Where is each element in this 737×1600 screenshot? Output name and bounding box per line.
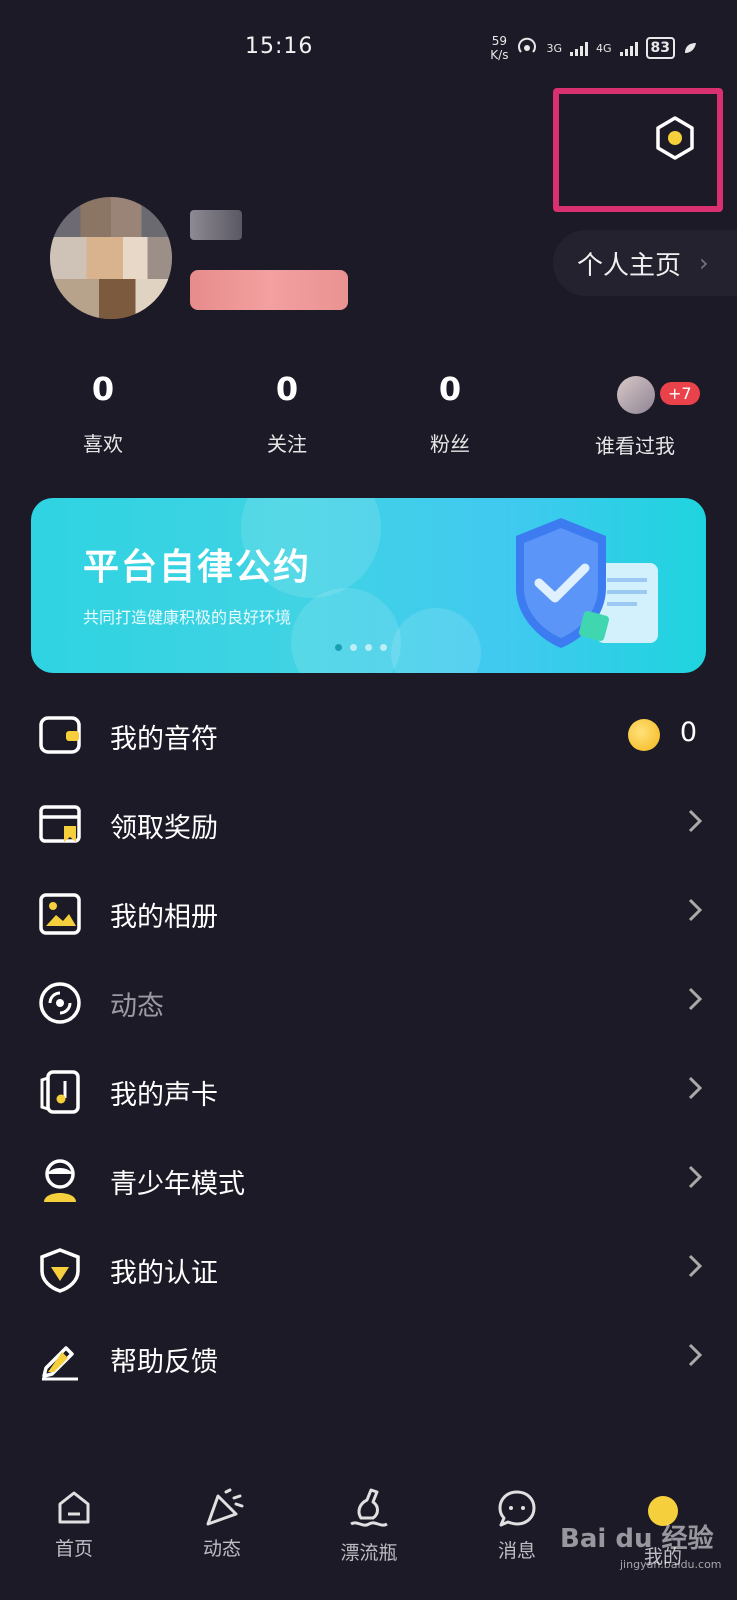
home-icon: [58, 1491, 90, 1524]
stat-fans-label: 粉丝: [430, 432, 470, 456]
who-viewed-me-label: 谁看过我: [595, 434, 675, 458]
menu-item-album[interactable]: 我的相册: [0, 871, 737, 961]
nav-messages[interactable]: 消息: [457, 1488, 577, 1563]
notes-balance: 0: [679, 717, 697, 748]
profile-avatar[interactable]: [50, 197, 172, 319]
signal-icon: [569, 40, 588, 56]
shield-check-icon: [516, 518, 658, 648]
promo-banner[interactable]: 平台自律公约 共同打造健康积极的良好环境: [31, 498, 706, 673]
menu-label: 我的相册: [110, 902, 218, 933]
pencil-icon: [42, 1346, 78, 1381]
visitor-avatar: [617, 376, 655, 414]
baidu-watermark-url: jingyan.baidu.com: [620, 1558, 722, 1571]
stat-likes[interactable]: 0 喜欢: [28, 370, 178, 457]
chevron-right-icon: [688, 1076, 703, 1100]
menu-item-verification[interactable]: 我的认证: [0, 1227, 737, 1317]
chevron-right-icon: [688, 1254, 703, 1278]
hotspot-icon: [518, 37, 537, 53]
profile-id-blurred: [190, 270, 348, 310]
menu-label: 领取奖励: [110, 813, 218, 844]
nav-home[interactable]: 首页: [14, 1488, 134, 1561]
signal-icon-2: [619, 40, 638, 56]
nav-messages-label: 消息: [497, 1540, 536, 1562]
coin-icon: [628, 719, 660, 751]
chat-bubble-icon: [498, 1490, 536, 1527]
menu-item-voice-card[interactable]: 我的声卡: [0, 1049, 737, 1139]
chevron-right-icon: [688, 898, 703, 922]
personal-homepage-button[interactable]: 个人主页 ›: [553, 230, 737, 296]
menu-label: 青少年模式: [110, 1169, 245, 1200]
menu-label: 动态: [110, 991, 164, 1022]
menu-label: 我的认证: [110, 1258, 218, 1289]
status-time: 15:16: [245, 34, 314, 59]
leaf-icon: [685, 43, 696, 53]
banner-title: 平台自律公约: [83, 547, 312, 588]
menu-item-help-feedback[interactable]: 帮助反馈: [0, 1316, 737, 1406]
network-3g-label: 3G: [546, 41, 562, 55]
menu-label: 我的音符: [110, 724, 218, 755]
stat-likes-label: 喜欢: [83, 432, 123, 456]
battery-indicator: 83: [645, 37, 675, 59]
who-viewed-me[interactable]: 谁看过我: [560, 430, 710, 459]
chevron-right-icon: [688, 987, 703, 1011]
chevron-right-icon: [688, 809, 703, 833]
banner-pagination: [335, 644, 387, 651]
menu-item-my-notes[interactable]: 我的音符 0: [0, 693, 737, 783]
menu-item-moments[interactable]: 动态: [0, 960, 737, 1050]
music-card-icon: [40, 1070, 80, 1114]
menu-label: 帮助反馈: [110, 1347, 218, 1378]
baidu-watermark: Bai du 经验: [560, 1524, 714, 1554]
chevron-right-icon: ›: [699, 249, 709, 277]
status-icons: 59 K/s 3G 4G 83: [490, 34, 697, 62]
banner-decor-3: [391, 608, 481, 673]
settings-icon[interactable]: [654, 115, 696, 161]
stat-likes-value: 0: [91, 370, 115, 408]
banner-subtitle: 共同打造健康积极的良好环境: [83, 608, 292, 627]
stat-following-value: 0: [275, 370, 299, 408]
stat-following[interactable]: 0 关注: [212, 370, 362, 457]
bottle-icon: [350, 1488, 388, 1527]
nav-moments[interactable]: 动态: [162, 1488, 282, 1561]
network-speed: 59 K/s: [490, 34, 509, 62]
shield-icon: [40, 1248, 80, 1293]
network-4g-label: 4G: [595, 41, 612, 55]
stat-fans[interactable]: 0 粉丝: [375, 370, 525, 457]
nav-drift-bottle[interactable]: 漂流瓶: [309, 1488, 429, 1565]
nav-home-label: 首页: [54, 1538, 93, 1560]
banner-decor-2: [291, 588, 401, 673]
stat-fans-value: 0: [438, 370, 462, 408]
nav-moments-label: 动态: [202, 1538, 241, 1560]
photo-album-icon: [39, 893, 81, 935]
nav-drift-bottle-label: 漂流瓶: [340, 1542, 398, 1564]
visitor-count-badge: +7: [660, 382, 700, 405]
settings-highlight-box: [553, 88, 723, 212]
chevron-right-icon: [688, 1165, 703, 1189]
chevron-right-icon: [688, 1343, 703, 1367]
reward-card-icon: [39, 805, 81, 843]
party-popper-icon: [206, 1488, 244, 1526]
profile-name-blurred: [190, 210, 242, 240]
wallet-icon: [39, 716, 81, 754]
personal-homepage-label: 个人主页: [577, 250, 682, 281]
menu-item-youth-mode[interactable]: 青少年模式: [0, 1138, 737, 1228]
vinyl-disc-icon: [39, 982, 81, 1024]
child-face-icon: [44, 1159, 76, 1202]
menu-item-rewards[interactable]: 领取奖励: [0, 782, 737, 872]
menu-label: 我的声卡: [110, 1080, 218, 1111]
stat-following-label: 关注: [267, 432, 307, 456]
